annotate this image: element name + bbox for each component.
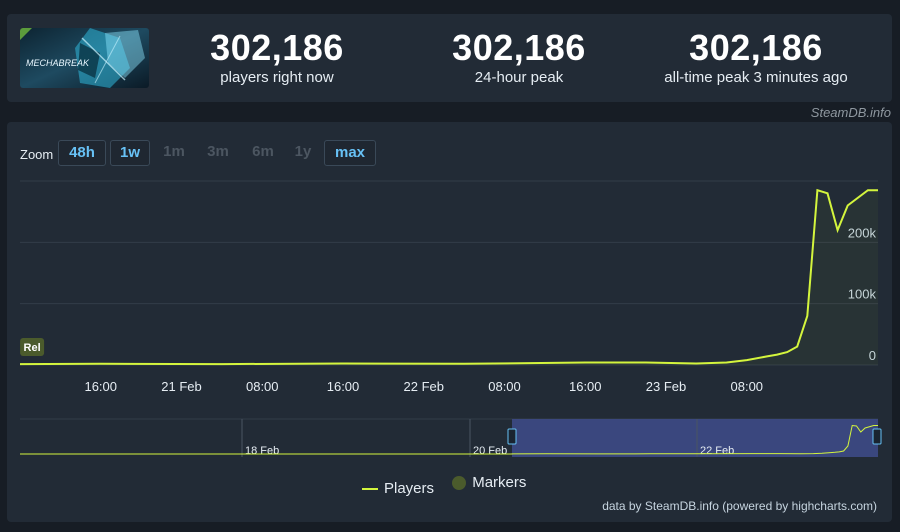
legend-item-markers[interactable]: Markers xyxy=(452,474,526,491)
stat-all-time-peak: 302,186 all-time peak 3 minutes ago xyxy=(636,28,876,87)
legend-markers-label: Markers xyxy=(472,474,527,491)
stat-current-value: 302,186 xyxy=(210,27,344,68)
navigator-handle-right xyxy=(872,428,882,445)
stat-24h-peak-value: 302,186 xyxy=(452,27,586,68)
stat-all-time-peak-label: all-time peak 3 minutes ago xyxy=(664,69,848,86)
navigator-selected-range xyxy=(512,419,878,457)
markers-dot-swatch xyxy=(452,475,467,490)
marker-label: Rel xyxy=(24,342,41,354)
players-series-line xyxy=(19,188,878,366)
x-tick-label: 16:00 xyxy=(569,379,602,394)
x-axis-labels: 16:00 21 Feb 08:00 16:00 22 Feb 08:00 16:00 23 … xyxy=(84,379,763,394)
navigator-label: 20 Feb xyxy=(473,445,507,457)
players-line-swatch xyxy=(362,487,378,490)
game-capsule-image[interactable]: MECHABREAK xyxy=(20,28,149,88)
legend-players-label: Players xyxy=(384,480,435,497)
chart-legend: Players Markers xyxy=(362,474,526,497)
x-tick-label: 08:00 xyxy=(246,379,279,394)
stats-panel: MECHABREAK 302,186 players right now 302… xyxy=(7,14,892,102)
stat-current: 302,186 players right now xyxy=(157,28,397,87)
x-tick-label: 08:00 xyxy=(488,379,521,394)
stat-24h-peak: 302,186 24-hour peak xyxy=(399,28,639,87)
stat-current-label: players right now xyxy=(220,69,334,86)
navigator[interactable]: 18 Feb 20 Feb 22 Feb xyxy=(20,418,882,457)
navigator-label: 22 Feb xyxy=(700,445,734,457)
stat-all-time-peak-value: 302,186 xyxy=(689,27,823,68)
x-tick-label: 08:00 xyxy=(731,379,764,394)
x-tick-label: 16:00 xyxy=(84,379,117,394)
player-count-chart[interactable]: 0100k200k 16:0021 Feb08:0016:0022 Feb08:… xyxy=(7,122,892,522)
steamdb-credit-link[interactable]: SteamDB.info xyxy=(811,105,891,120)
navigator-handle-left xyxy=(507,428,517,445)
x-tick-label: 23 Feb xyxy=(646,379,686,394)
chart-markers: Rel xyxy=(20,338,45,356)
highcharts-credit[interactable]: data by SteamDB.info (powered by highcha… xyxy=(602,499,877,513)
game-logo-text: MECHABREAK xyxy=(26,58,90,68)
players-area xyxy=(20,190,878,365)
chart-grid xyxy=(20,180,878,366)
chart-panel: Zoom 48h1w1m3m6m1ymax 0100k200k 16:0021 … xyxy=(7,122,892,522)
navigator-label: 18 Feb xyxy=(245,445,279,457)
legend-item-players[interactable]: Players xyxy=(362,480,434,497)
x-tick-label: 16:00 xyxy=(327,379,360,394)
stat-24h-peak-label: 24-hour peak xyxy=(474,69,564,86)
x-tick-label: 22 Feb xyxy=(404,379,444,394)
x-tick-label: 21 Feb xyxy=(161,379,201,394)
